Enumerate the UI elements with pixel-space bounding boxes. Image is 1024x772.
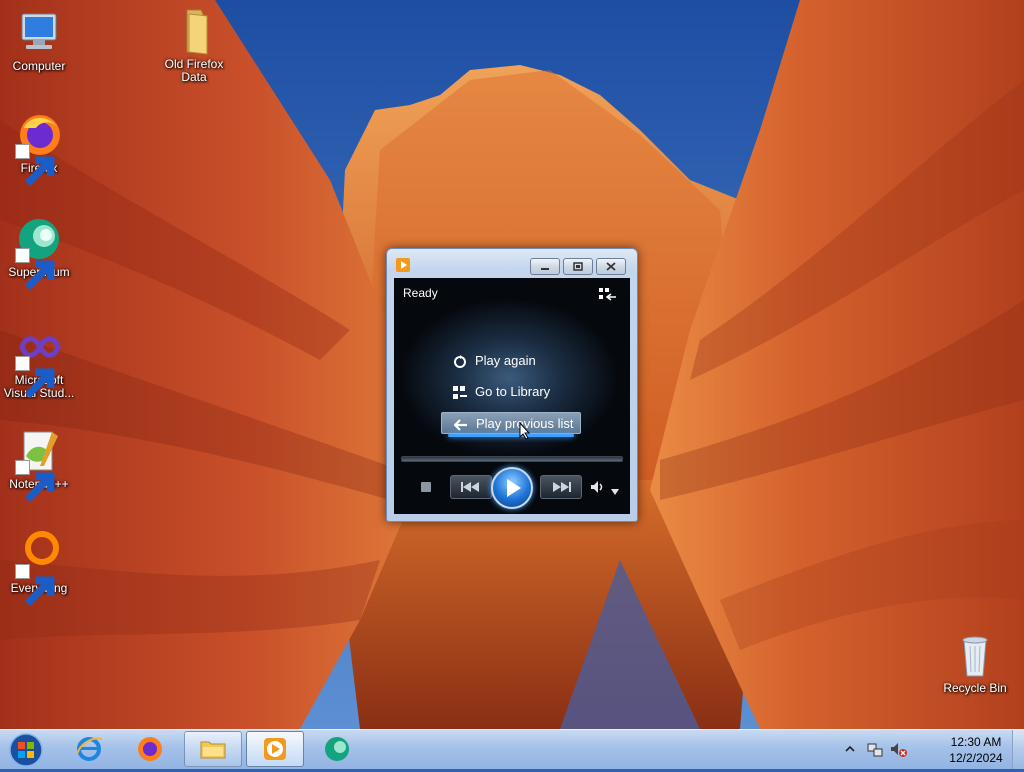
- play-button[interactable]: [491, 467, 533, 509]
- shortcut-arrow-icon: [15, 356, 55, 399]
- network-icon[interactable]: [866, 741, 884, 759]
- desktop-icon-recycle-bin[interactable]: Recycle Bin: [936, 630, 1014, 695]
- shortcut-arrow-icon: [15, 460, 55, 503]
- supermium-icon: [14, 214, 64, 291]
- replay-icon: [453, 354, 467, 368]
- volume-button[interactable]: [590, 479, 606, 495]
- desktop-icon-visual-studio[interactable]: Microsoft Visual Stud...: [0, 322, 78, 400]
- firefox-icon: [14, 110, 64, 187]
- previous-icon: [461, 482, 479, 492]
- seek-bar[interactable]: [401, 456, 623, 462]
- notepad-plus-plus-icon: [14, 426, 64, 503]
- play-icon: [507, 479, 521, 497]
- window-titlebar[interactable]: [387, 249, 637, 278]
- recycle-bin-icon: [950, 630, 1000, 680]
- desktop-icon-old-firefox-data[interactable]: Old Firefox Data: [155, 6, 233, 84]
- shortcut-arrow-icon: [15, 144, 55, 187]
- next-icon: [553, 482, 571, 492]
- everything-icon: [14, 530, 64, 607]
- switch-to-library-button[interactable]: [563, 258, 593, 275]
- desktop-icon-label: Old Firefox Data: [164, 57, 224, 84]
- volume-muted-icon[interactable]: [890, 741, 908, 759]
- desktop-icon-supermium[interactable]: Supermium: [0, 214, 78, 291]
- windows-orb-icon: [9, 733, 43, 767]
- taskbar-firefox[interactable]: [121, 731, 179, 767]
- play-again-option[interactable]: Play again: [441, 350, 581, 372]
- folder-icon: [200, 741, 226, 759]
- stop-button[interactable]: [421, 482, 431, 492]
- volume-dropdown-icon[interactable]: [611, 484, 619, 495]
- show-desktop-button[interactable]: [1012, 730, 1024, 769]
- firefox-icon: [138, 737, 162, 761]
- desktop-icon-notepad-plus-plus[interactable]: Notepad++: [0, 426, 78, 503]
- taskbar-internet-explorer[interactable]: [60, 731, 118, 767]
- now-playing-area: Ready Play again Go to Library Play prev…: [394, 278, 630, 514]
- taskbar: 12:30 AM 12/2/2024: [0, 729, 1024, 769]
- desktop-icon-label: Computer: [12, 59, 66, 73]
- taskbar-windows-media-player[interactable]: [246, 731, 304, 767]
- computer-icon: [14, 8, 64, 58]
- clock-date: 12/2/2024: [949, 751, 1003, 765]
- show-hidden-icons-icon[interactable]: [845, 744, 855, 754]
- supermium-icon: [325, 737, 349, 761]
- go-to-library-option[interactable]: Go to Library: [441, 381, 581, 403]
- taskbar-file-explorer[interactable]: [184, 731, 242, 767]
- media-player-icon: [264, 738, 286, 760]
- media-player-window: Ready Play again Go to Library Play prev…: [386, 248, 638, 522]
- next-button[interactable]: [540, 475, 582, 499]
- clock-time: 12:30 AM: [950, 735, 1002, 749]
- minimize-button[interactable]: [530, 258, 560, 275]
- visual-studio-icon: [14, 322, 64, 399]
- desktop-icon-computer[interactable]: Computer: [0, 8, 78, 73]
- desktop-icon-firefox[interactable]: Firefox: [0, 110, 78, 187]
- shortcut-arrow-icon: [15, 564, 55, 607]
- shortcut-arrow-icon: [15, 248, 55, 291]
- menu-label: Go to Library: [475, 384, 551, 399]
- back-arrow-icon: [453, 417, 468, 431]
- mouse-cursor-icon: [519, 422, 531, 440]
- desktop-icon-label: Recycle Bin: [943, 681, 1007, 695]
- previous-button[interactable]: [450, 475, 492, 499]
- menu-label: Play again: [475, 353, 536, 368]
- library-icon: [453, 385, 467, 399]
- folder-icon: [169, 6, 219, 56]
- speaker-icon: [591, 481, 603, 493]
- close-button[interactable]: [596, 258, 626, 275]
- switch-to-library-icon[interactable]: [598, 286, 618, 302]
- start-button[interactable]: [6, 731, 46, 769]
- media-player-icon: [396, 258, 410, 272]
- taskbar-supermium[interactable]: [308, 731, 366, 767]
- system-clock[interactable]: 12:30 AM 12/2/2024: [936, 734, 1016, 766]
- internet-explorer-icon: [76, 737, 103, 761]
- desktop-icon-everything[interactable]: Everything: [0, 530, 78, 607]
- play-previous-list-option[interactable]: Play previous list: [441, 412, 581, 437]
- player-status: Ready: [403, 286, 438, 300]
